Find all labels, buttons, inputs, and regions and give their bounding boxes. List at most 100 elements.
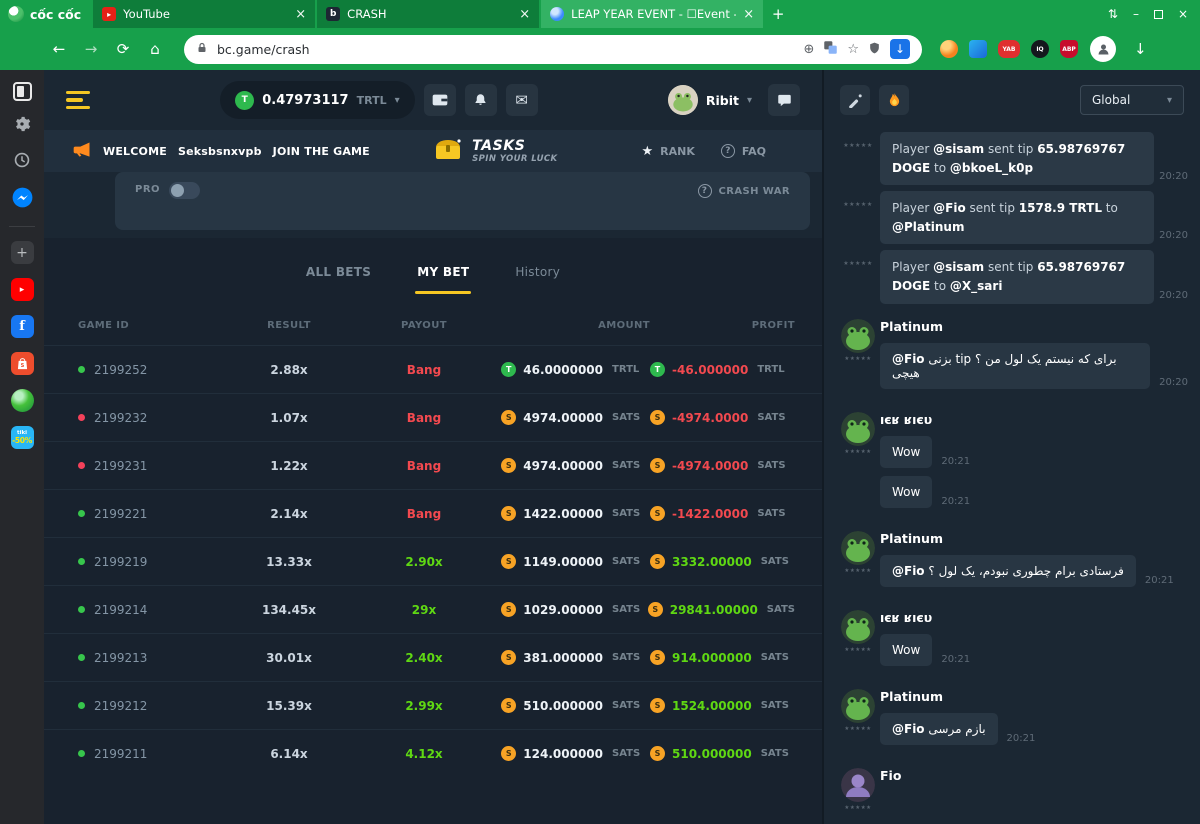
to-user[interactable]: @X_sari: [950, 279, 1003, 293]
close-tab-icon[interactable]: ×: [295, 7, 306, 22]
sats-coin-icon: S: [650, 410, 665, 425]
extension-icon[interactable]: [969, 40, 987, 58]
game-id: 2199212: [44, 699, 224, 713]
chat-message-list[interactable]: ★★★★★Player @sisam sent tip 65.98769767 …: [824, 130, 1200, 824]
result-value: 2.88x: [224, 363, 354, 377]
pro-toggle[interactable]: [169, 182, 200, 199]
tab-all-bets[interactable]: ALL BETS: [306, 265, 371, 294]
back-button[interactable]: ←: [46, 40, 72, 58]
new-tab-button[interactable]: +: [765, 5, 791, 23]
to-user[interactable]: @Platinum: [892, 220, 964, 234]
close-tab-icon[interactable]: ×: [519, 7, 530, 22]
maximize-button[interactable]: [1154, 10, 1163, 19]
from-user[interactable]: @sisam: [933, 260, 984, 274]
status-dot-icon: [78, 606, 85, 613]
reload-button[interactable]: ⟳: [110, 40, 136, 58]
youtube-shortcut[interactable]: ▸: [11, 278, 34, 301]
amount-currency: SATS: [612, 604, 650, 615]
facebook-shortcut[interactable]: f: [11, 315, 34, 338]
table-row[interactable]: 21992321.07xBangS4974.00000SATSS-4974.00…: [44, 393, 822, 441]
settings-gear-icon[interactable]: [13, 115, 31, 137]
bcgame-main: T 0.47973117 TRTL ▾ ✉ Ribit ▾: [44, 70, 822, 824]
user-menu[interactable]: Ribit ▾: [668, 85, 752, 115]
table-row[interactable]: 2199214134.45x29xS1029.00000SATSS29841.0…: [44, 585, 822, 633]
user-avatar[interactable]: [841, 768, 875, 802]
chat-username[interactable]: Platinum: [880, 319, 1188, 334]
extension-icon[interactable]: [940, 40, 958, 58]
minimize-button[interactable]: –: [1133, 7, 1139, 21]
newsfeed-toggle-icon[interactable]: [13, 82, 32, 101]
mention[interactable]: @Fio: [892, 722, 925, 736]
video-download-icon[interactable]: ↓: [890, 39, 910, 59]
tab-leap-year-event[interactable]: LEAP YEAR EVENT - ☐Event - ×: [541, 0, 763, 28]
user-avatar[interactable]: [841, 531, 875, 565]
shield-icon[interactable]: [868, 40, 881, 59]
iq-extension-icon[interactable]: IQ: [1031, 40, 1049, 58]
chat-username[interactable]: Fio: [880, 768, 1188, 783]
history-icon[interactable]: [13, 151, 31, 173]
yab-extension-icon[interactable]: YAB: [998, 40, 1020, 58]
coccoc-menu[interactable]: cốc cốc: [0, 0, 93, 28]
tab-youtube[interactable]: ▸ YouTube ×: [93, 0, 315, 28]
browser-profile-button[interactable]: [1090, 36, 1116, 62]
status-dot-icon: [78, 750, 85, 757]
wallet-button[interactable]: [424, 84, 456, 116]
user-avatar[interactable]: [841, 610, 875, 644]
forward-button[interactable]: →: [78, 40, 104, 58]
home-button[interactable]: ⌂: [142, 40, 168, 58]
user-avatar[interactable]: [841, 319, 875, 353]
address-bar[interactable]: bc.game/crash ⊕ ☆ ↓: [184, 35, 922, 64]
amount-cell: S381.000000SATS: [494, 650, 650, 665]
close-tab-icon[interactable]: ×: [743, 7, 754, 22]
from-user[interactable]: @Fio: [933, 201, 966, 215]
zoom-icon[interactable]: ⊕: [803, 42, 814, 57]
translate-icon[interactable]: [823, 40, 838, 59]
table-row[interactable]: 21992116.14x4.12xS124.000000SATSS510.000…: [44, 729, 822, 777]
bookmark-star-icon[interactable]: ☆: [847, 42, 859, 57]
chat-username[interactable]: Platinum: [880, 531, 1188, 546]
chat-username[interactable]: Platinum: [880, 689, 1188, 704]
mention[interactable]: @Fio: [892, 352, 925, 366]
user-avatar[interactable]: [841, 412, 875, 446]
to-user[interactable]: @bkoeL_k0p: [950, 161, 1033, 175]
user-avatar[interactable]: [841, 689, 875, 723]
amount-currency: SATS: [612, 652, 650, 663]
table-row[interactable]: 219921913.33x2.90xS1149.00000SATSS3332.0…: [44, 537, 822, 585]
profit-value: -1422.0000: [672, 507, 748, 521]
hot-topics-button[interactable]: [879, 85, 909, 115]
table-row[interactable]: 21992212.14xBangS1422.00000SATSS-1422.00…: [44, 489, 822, 537]
table-row[interactable]: 219921330.01x2.40xS381.000000SATSS914.00…: [44, 633, 822, 681]
chat-username[interactable]: ıєʁ ʁıєυ: [880, 412, 1188, 427]
session-restore-icon[interactable]: ⇅: [1108, 7, 1118, 21]
messenger-icon[interactable]: [12, 187, 33, 212]
chat-rules-button[interactable]: [840, 85, 870, 115]
tiki-shortcut[interactable]: tiki -50%: [11, 426, 34, 449]
crash-war-link[interactable]: ? CRASH WAR: [698, 184, 790, 198]
messages-button[interactable]: ✉: [506, 84, 538, 116]
chat-channel-select[interactable]: Global ▾: [1080, 85, 1184, 115]
add-shortcut-button[interactable]: +: [11, 241, 34, 264]
notifications-bell-button[interactable]: [465, 84, 497, 116]
table-row[interactable]: 21992522.88xBangT46.0000000TRTLT-46.0000…: [44, 345, 822, 393]
browser-side-rail: + ▸ f S tiki -50%: [0, 70, 44, 824]
from-user[interactable]: @sisam: [933, 142, 984, 156]
menu-button[interactable]: [66, 91, 90, 110]
tab-my-bet[interactable]: MY BET: [417, 265, 469, 294]
close-window-button[interactable]: ×: [1178, 7, 1188, 21]
balance-selector[interactable]: T 0.47973117 TRTL ▾: [220, 81, 414, 119]
downloads-button[interactable]: ↓: [1134, 40, 1147, 58]
shopee-shortcut[interactable]: S: [11, 352, 34, 375]
mention[interactable]: @Fio: [892, 564, 925, 578]
tab-history[interactable]: History: [515, 265, 560, 294]
tasks-link[interactable]: TASKS SPIN YOUR LUCK: [433, 137, 557, 165]
chat-toggle-button[interactable]: [768, 84, 800, 116]
table-row[interactable]: 219921215.39x2.99xS510.000000SATSS1524.0…: [44, 681, 822, 729]
tab-crash[interactable]: b CRASH ×: [317, 0, 539, 28]
coccoc-ball-icon[interactable]: [11, 389, 34, 412]
faq-link[interactable]: ? FAQ: [721, 144, 766, 158]
bets-table-header: GAME ID RESULT PAYOUT AMOUNT PROFIT: [44, 294, 822, 345]
table-row[interactable]: 21992311.22xBangS4974.00000SATSS-4974.00…: [44, 441, 822, 489]
rank-link[interactable]: ★ RANK: [642, 144, 695, 159]
chat-username[interactable]: ıєʁ ʁıєυ: [880, 610, 1188, 625]
adblock-extension-icon[interactable]: ABP: [1060, 40, 1078, 58]
